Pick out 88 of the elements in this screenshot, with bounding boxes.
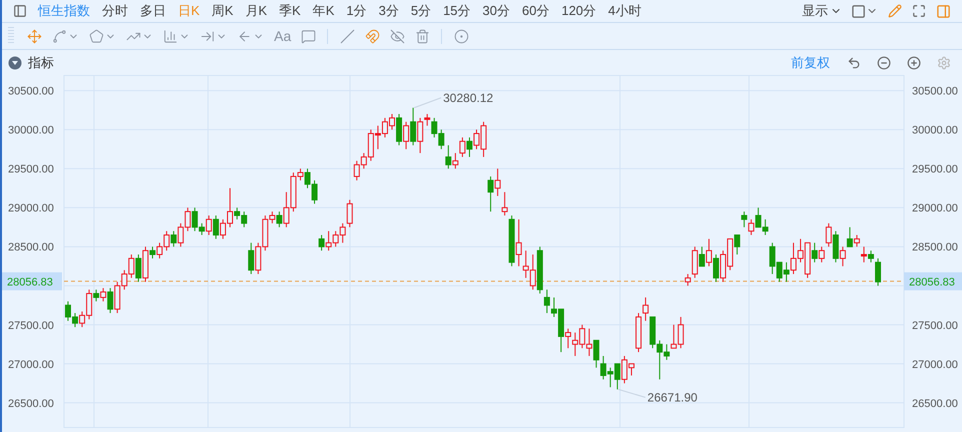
candlestick bbox=[466, 136, 472, 158]
candlestick bbox=[206, 214, 212, 236]
candlestick bbox=[459, 136, 466, 158]
candlestick bbox=[840, 246, 846, 267]
candlestick bbox=[346, 199, 353, 228]
axis-label: 30000.00 bbox=[8, 124, 54, 137]
candlestick bbox=[424, 114, 430, 126]
candlestick bbox=[826, 222, 832, 248]
candlestick bbox=[396, 114, 402, 146]
period-tab[interactable]: 120分 bbox=[555, 2, 602, 20]
leader-line bbox=[618, 388, 646, 398]
axis-label: 29500.00 bbox=[8, 164, 54, 176]
candlestick bbox=[684, 274, 691, 286]
candlestick bbox=[276, 211, 282, 228]
period-tab[interactable]: 季K bbox=[273, 2, 307, 20]
candlestick bbox=[544, 289, 550, 314]
candlestick bbox=[212, 214, 219, 240]
candlestick bbox=[748, 218, 754, 236]
candlestick bbox=[100, 288, 106, 302]
candlestick bbox=[875, 258, 881, 286]
period-tab[interactable]: 周K bbox=[206, 2, 240, 20]
candlestick bbox=[868, 250, 874, 263]
candlestick bbox=[135, 254, 142, 282]
axis-label: 26500.00 bbox=[8, 398, 54, 410]
current-price-tag: 28056.83 bbox=[2, 272, 62, 290]
candlestick bbox=[741, 211, 748, 228]
candlestick bbox=[93, 289, 100, 302]
candlestick bbox=[706, 238, 712, 267]
candlestick bbox=[713, 254, 719, 282]
square-icon[interactable] bbox=[851, 4, 866, 18]
axis-label: 29500.00 bbox=[912, 164, 958, 176]
period-tab[interactable]: 多日 bbox=[134, 2, 172, 20]
period-tab[interactable]: 1分 bbox=[340, 2, 373, 20]
candlestick bbox=[318, 234, 325, 252]
candlestick bbox=[417, 117, 424, 154]
price-label: 30280.12 bbox=[443, 90, 494, 105]
current-price-tag: 28056.83 bbox=[904, 272, 962, 290]
candlestick bbox=[445, 144, 452, 170]
period-tab[interactable]: 60分 bbox=[516, 2, 556, 20]
axis-label: 28500.00 bbox=[912, 242, 958, 254]
candlestick bbox=[403, 121, 410, 150]
axis-label: 30500.00 bbox=[912, 86, 958, 98]
period-tab[interactable]: 分时 bbox=[96, 2, 134, 20]
candlestick bbox=[593, 340, 600, 368]
candlestick bbox=[170, 230, 177, 248]
axis-label: 26500.00 bbox=[912, 398, 958, 410]
leader-line bbox=[414, 97, 442, 108]
candlestick bbox=[854, 234, 860, 248]
price-label: 26671.90 bbox=[647, 390, 698, 404]
candlestick bbox=[494, 168, 501, 196]
candlestick bbox=[642, 296, 649, 322]
display-menu[interactable]: 显示 bbox=[798, 2, 846, 20]
axis-label: 27500.00 bbox=[912, 320, 958, 332]
period-tab[interactable]: 4小时 bbox=[602, 2, 648, 20]
candlestick bbox=[698, 246, 705, 267]
candlestick bbox=[452, 152, 458, 170]
collapse-icon[interactable] bbox=[8, 56, 22, 70]
candlestick bbox=[846, 226, 853, 248]
axis-label: 29000.00 bbox=[8, 202, 54, 215]
candlestick bbox=[812, 242, 818, 263]
period-tab[interactable]: 3分 bbox=[372, 2, 405, 20]
candlestick bbox=[818, 246, 825, 263]
ref-line-label: 28056.83 bbox=[7, 276, 53, 288]
axis-label: 27000.00 bbox=[8, 358, 54, 371]
candlestick bbox=[150, 246, 156, 259]
period-tab[interactable]: 30分 bbox=[476, 2, 516, 20]
axis-label: 28500.00 bbox=[8, 242, 54, 254]
period-tab[interactable]: 15分 bbox=[437, 2, 477, 20]
candlestick bbox=[860, 246, 867, 263]
candlestick bbox=[516, 218, 522, 267]
candlestick bbox=[734, 234, 740, 256]
candlestick bbox=[248, 242, 254, 275]
candlestick bbox=[410, 107, 416, 146]
axis-label: 29000.00 bbox=[912, 202, 958, 215]
axis-label: 27500.00 bbox=[8, 320, 54, 332]
candlestick bbox=[107, 288, 114, 314]
axis-label: 27000.00 bbox=[912, 358, 958, 371]
indicator-label: 指标 bbox=[28, 54, 54, 72]
candlestick bbox=[832, 230, 839, 263]
axis-label: 30500.00 bbox=[8, 86, 54, 98]
candlestick bbox=[502, 192, 508, 216]
axis-label: 30000.00 bbox=[912, 124, 958, 137]
period-tab[interactable]: 5分 bbox=[404, 2, 438, 20]
period-tab[interactable]: 月K bbox=[239, 2, 274, 20]
candlestick bbox=[692, 246, 698, 278]
candlestick bbox=[488, 176, 494, 212]
period-tab[interactable]: 年K bbox=[306, 2, 340, 20]
candlestick bbox=[565, 328, 572, 349]
